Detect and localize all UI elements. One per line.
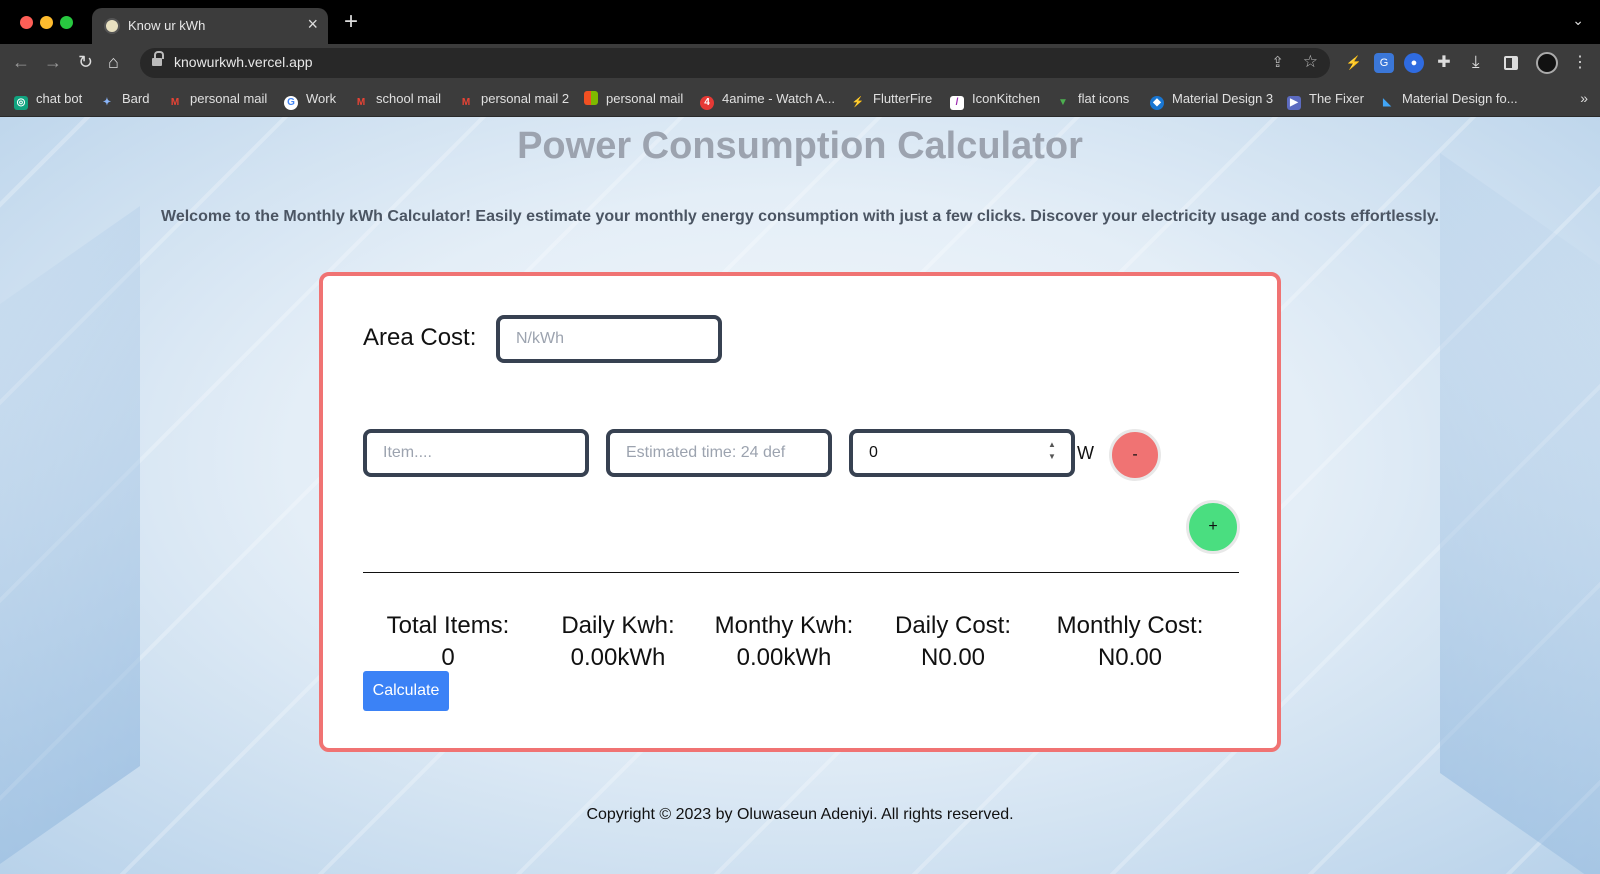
browser-tab[interactable]: Know ur kWh × xyxy=(92,8,328,44)
page-title: Power Consumption Calculator xyxy=(517,125,1083,167)
gmail-icon: M xyxy=(170,97,180,108)
stat-value: 0.00kWh xyxy=(736,644,832,671)
footer-copyright: Copyright © 2023 by Oluwaseun Adeniyi. A… xyxy=(586,806,1014,823)
estimated-time-input[interactable] xyxy=(606,429,832,477)
stat-label: Daily Kwh: xyxy=(561,612,675,639)
kebab-menu-icon[interactable]: ⋮ xyxy=(1572,52,1588,72)
bookmark-school-mail[interactable]: Mschool mail xyxy=(354,91,441,110)
add-item-button[interactable]: + xyxy=(1186,500,1240,554)
wattage-value[interactable]: 0 xyxy=(869,444,878,462)
bookmark-personal-mail-2[interactable]: Mpersonal mail 2 xyxy=(459,91,569,110)
extension-translate-icon[interactable]: G xyxy=(1374,53,1394,73)
bookmark-4anime[interactable]: 4 4anime - Watch A... xyxy=(700,91,835,110)
gmail-icon: M xyxy=(356,97,366,108)
bookmark-the-fixer[interactable]: ▶ The Fixer xyxy=(1287,91,1364,110)
browser-toolbar: ← → ↻ ⌂ knowurkwh.vercel.app ⇪ ☆ ⚡ G ● ✚… xyxy=(0,44,1600,82)
profile-avatar[interactable] xyxy=(1536,52,1558,74)
tab-search-icon[interactable]: ⌄ xyxy=(1572,12,1584,29)
stat-value: N0.00 xyxy=(920,644,986,671)
extension-account-icon[interactable]: ● xyxy=(1404,53,1424,73)
material-icon: ◆ xyxy=(1150,96,1164,110)
bookmark-personal-mail[interactable]: Mpersonal mail xyxy=(168,91,268,110)
google-icon: G xyxy=(284,96,298,110)
bookmarks-overflow-icon[interactable]: » xyxy=(1580,90,1588,106)
area-cost-input[interactable] xyxy=(496,315,722,363)
stat-label: Daily Cost: xyxy=(894,612,1012,639)
window-maximize-button[interactable] xyxy=(60,16,73,29)
stat-value: 0.00kWh xyxy=(570,644,666,671)
bookmark-material-design-3[interactable]: ◆ Material Design 3 xyxy=(1150,91,1273,110)
play-icon: ▶ xyxy=(1287,96,1301,110)
microsoft-icon xyxy=(584,91,598,105)
extensions-puzzle-icon[interactable]: ✚ xyxy=(1434,53,1454,73)
calculate-button[interactable]: Calculate xyxy=(363,671,449,711)
bookmark-flat-icons[interactable]: ▼ flat icons xyxy=(1056,91,1129,110)
stat-total-items: Total Items: 0 xyxy=(363,610,533,674)
calculator-card: Area Cost: 0 ▲▼ W - + Total Items: 0 Dai… xyxy=(319,272,1281,752)
address-bar[interactable]: knowurkwh.vercel.app ⇪ ☆ xyxy=(140,48,1330,78)
wattage-unit: W xyxy=(1077,443,1094,463)
url-text[interactable]: knowurkwh.vercel.app xyxy=(174,54,313,70)
side-panel-icon[interactable] xyxy=(1504,56,1518,70)
remove-item-button[interactable]: - xyxy=(1109,429,1161,481)
divider xyxy=(363,572,1239,573)
stat-daily-kwh: Daily Kwh: 0.00kWh xyxy=(538,610,698,674)
stat-label: Total Items: xyxy=(386,612,510,639)
stat-monthly-cost: Monthly Cost: N0.00 xyxy=(1035,610,1225,674)
bookmark-work[interactable]: G Work xyxy=(284,91,336,110)
window-minimize-button[interactable] xyxy=(40,16,53,29)
gmail-icon: M xyxy=(461,97,471,108)
home-icon[interactable]: ⌂ xyxy=(108,52,119,72)
page-subtitle: Welcome to the Monthly kWh Calculator! E… xyxy=(161,208,1439,225)
forward-arrow-icon[interactable]: → xyxy=(44,52,62,72)
stat-monthly-kwh: Monthy Kwh: 0.00kWh xyxy=(699,610,869,674)
share-icon[interactable]: ⇪ xyxy=(1271,53,1284,71)
tab-title: Know ur kWh xyxy=(128,18,206,33)
sparkle-icon: ✦ xyxy=(102,97,112,108)
flaticon-icon: ▼ xyxy=(1058,97,1068,108)
chatgpt-icon: ◎ xyxy=(14,96,28,110)
flutterfire-icon: ⚡ xyxy=(851,97,865,108)
number-spinner-icon[interactable]: ▲ ▼ xyxy=(1047,439,1057,467)
item-name-input[interactable] xyxy=(363,429,589,477)
stat-label: Monthly Cost: xyxy=(1056,612,1204,639)
4anime-icon: 4 xyxy=(700,96,714,110)
bookmark-personal-mail-ms[interactable]: personal mail xyxy=(584,91,683,106)
bookmark-bard[interactable]: ✦ Bard xyxy=(100,91,150,110)
bookmark-chat-bot[interactable]: ◎ chat bot xyxy=(14,91,82,110)
lock-icon[interactable] xyxy=(152,51,164,67)
new-tab-button[interactable]: + xyxy=(344,10,358,34)
stat-value: 0 xyxy=(441,644,455,671)
flutter-icon: ◣ xyxy=(1383,97,1391,108)
stat-daily-cost: Daily Cost: N0.00 xyxy=(873,610,1033,674)
page-viewport: Power Consumption Calculator Welcome to … xyxy=(0,117,1600,874)
browser-tabstrip: Know ur kWh × + ⌄ xyxy=(0,0,1600,44)
bookmark-star-icon[interactable]: ☆ xyxy=(1303,52,1318,72)
extension-flutter-icon[interactable]: ⚡ xyxy=(1344,53,1364,73)
stat-label: Monthy Kwh: xyxy=(714,612,854,639)
back-arrow-icon[interactable]: ← xyxy=(12,52,30,72)
reload-icon[interactable]: ↻ xyxy=(78,52,93,72)
iconkitchen-icon: / xyxy=(950,96,964,110)
bookmark-material-design-flutter[interactable]: ◣ Material Design fo... xyxy=(1380,91,1517,110)
tab-close-icon[interactable]: × xyxy=(307,14,318,35)
stat-value: N0.00 xyxy=(1097,644,1163,671)
window-close-button[interactable] xyxy=(20,16,33,29)
area-cost-label: Area Cost: xyxy=(363,324,477,351)
bookmark-iconkitchen[interactable]: / IconKitchen xyxy=(950,91,1040,110)
download-icon[interactable]: ⤓ xyxy=(1472,52,1480,72)
bookmarks-bar: ◎ chat bot ✦ Bard Mpersonal mail G Work Msc… xyxy=(0,82,1600,117)
wattage-input[interactable]: 0 ▲ ▼ xyxy=(849,429,1075,477)
bookmark-flutterfire[interactable]: ⚡ FlutterFire xyxy=(851,91,932,110)
favicon-icon xyxy=(104,18,120,34)
